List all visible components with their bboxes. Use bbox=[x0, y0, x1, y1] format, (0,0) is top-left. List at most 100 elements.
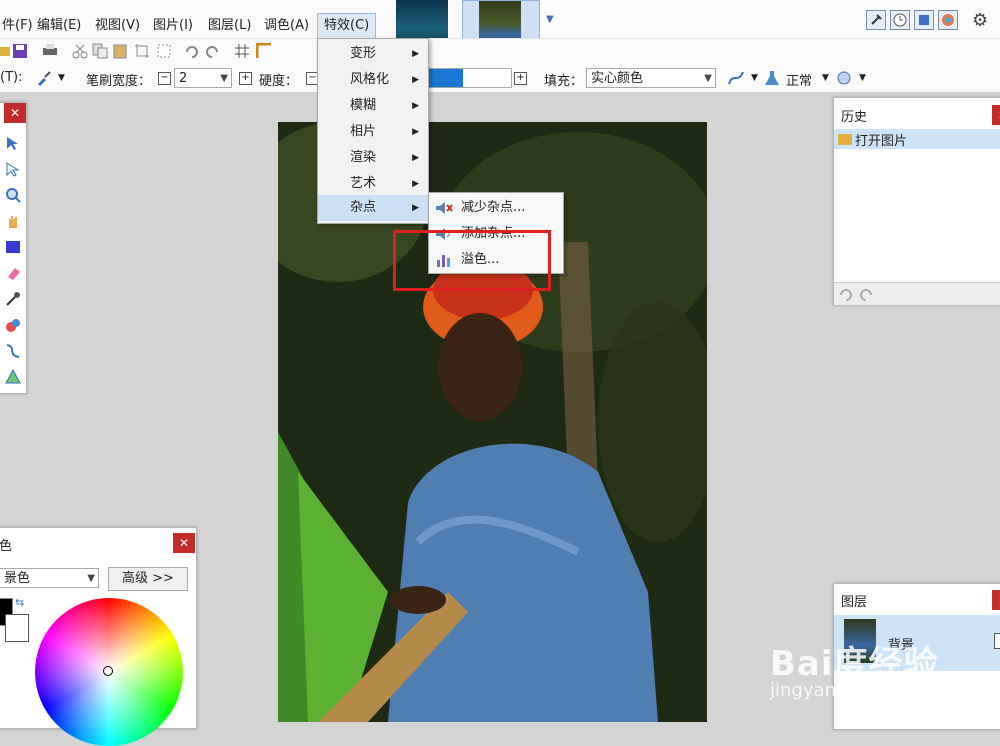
history-controls bbox=[834, 282, 1000, 305]
history-panel-title: 历史 bbox=[841, 110, 868, 125]
secondary-color-swatch[interactable] bbox=[5, 614, 29, 642]
color-wheel-cursor[interactable] bbox=[103, 666, 113, 676]
reduce-noise-icon bbox=[436, 202, 453, 214]
deselect-icon[interactable] bbox=[156, 43, 172, 59]
redo-icon[interactable] bbox=[204, 43, 220, 59]
effects-menu-noise[interactable]: 杂点 ▶ bbox=[318, 195, 428, 221]
tool-options-bar: (T): ▼ 笔刷宽度： − 2 ▼ + 硬度： − + 填充： 实心颜色 ▼ … bbox=[0, 64, 1000, 93]
cut-icon[interactable] bbox=[72, 43, 88, 59]
main-toolbar bbox=[0, 38, 1000, 65]
history-window-toggle-icon[interactable] bbox=[890, 10, 910, 30]
antialiasing-icon[interactable] bbox=[728, 70, 744, 86]
history-item-label: 打开图片 bbox=[855, 134, 908, 149]
zoom-icon[interactable] bbox=[5, 187, 21, 203]
grid-icon[interactable] bbox=[234, 43, 250, 59]
colors-window-toggle-icon[interactable] bbox=[938, 10, 958, 30]
brush-width-decrease-button[interactable]: − bbox=[158, 72, 171, 85]
hardness-label: 硬度： bbox=[259, 74, 299, 89]
selection-mode-dropdown-icon[interactable]: ▼ bbox=[859, 73, 866, 83]
shapes-icon[interactable] bbox=[5, 369, 21, 385]
undo-icon[interactable] bbox=[184, 43, 200, 59]
colors-panel-close-icon[interactable]: ✕ bbox=[173, 533, 195, 553]
tools-panel-close-icon[interactable]: ✕ bbox=[4, 103, 26, 123]
save-icon[interactable] bbox=[12, 43, 28, 59]
effects-menu-distort[interactable]: 变形 ▶ bbox=[318, 41, 428, 67]
move-selected-icon[interactable] bbox=[5, 135, 21, 151]
effects-menu-stylize[interactable]: 风格化 ▶ bbox=[318, 67, 428, 93]
pan-hand-icon[interactable] bbox=[5, 213, 21, 229]
tool-label: (T): bbox=[0, 70, 23, 85]
hardness-slider[interactable] bbox=[428, 68, 512, 88]
submenu-arrow-icon: ▶ bbox=[412, 203, 419, 213]
layers-panel-title: 图层 bbox=[841, 595, 868, 610]
layer-visibility-checkbox[interactable] bbox=[994, 633, 1000, 649]
menu-image[interactable]: 图片(I) bbox=[153, 16, 193, 36]
history-undo-icon[interactable] bbox=[838, 286, 854, 302]
watermark-url: jingyan.baidu.com bbox=[770, 680, 937, 701]
history-panel-close-icon[interactable]: ✕ bbox=[992, 105, 1000, 125]
brush-icon[interactable] bbox=[36, 70, 52, 86]
print-icon[interactable] bbox=[42, 43, 58, 59]
blend-mode-icon[interactable] bbox=[764, 70, 780, 86]
thumbnail-dropdown-icon[interactable]: ▼ bbox=[546, 14, 554, 25]
submenu-arrow-icon: ▶ bbox=[412, 179, 419, 189]
color-picker-icon[interactable] bbox=[5, 291, 21, 307]
colors-panel: 色 ✕ 景色 ▼ 高级 >> ⇆ bbox=[0, 527, 197, 746]
effects-menu: 变形 ▶ 风格化 ▶ 模糊 ▶ 相片 ▶ 渲染 ▶ 艺术 ▶ 杂点 ▶ bbox=[317, 38, 429, 224]
menu-adjustments[interactable]: 调色(A) bbox=[264, 16, 309, 36]
ruler-icon[interactable] bbox=[256, 43, 272, 59]
menu-layers[interactable]: 图层(L) bbox=[208, 16, 251, 36]
crop-icon[interactable] bbox=[134, 43, 150, 59]
brush-width-combo[interactable]: 2 ▼ bbox=[174, 68, 232, 88]
line-curve-icon[interactable] bbox=[5, 343, 21, 359]
settings-gear-icon[interactable]: ⚙ bbox=[972, 10, 988, 31]
noise-reduce-item[interactable]: 减少杂点... bbox=[429, 195, 563, 221]
color-target-value: 景色 bbox=[4, 571, 31, 586]
clone-stamp-icon[interactable] bbox=[5, 317, 21, 333]
move-selection-icon[interactable] bbox=[5, 161, 21, 177]
fill-label: 填充： bbox=[544, 74, 584, 89]
brush-dropdown-icon[interactable]: ▼ bbox=[58, 73, 65, 83]
copy-icon[interactable] bbox=[92, 43, 108, 59]
history-redo-icon[interactable] bbox=[858, 286, 874, 302]
blend-mode-value[interactable]: 正常 bbox=[786, 70, 812, 89]
history-panel: 历史 ✕ 打开图片 bbox=[833, 97, 1000, 305]
chevron-down-icon: ▼ bbox=[220, 73, 228, 84]
effects-menu-artistic[interactable]: 艺术 ▶ bbox=[318, 171, 428, 197]
submenu-arrow-icon: ▶ bbox=[412, 153, 419, 163]
submenu-arrow-icon: ▶ bbox=[412, 75, 419, 85]
chevron-down-icon: ▼ bbox=[87, 573, 95, 584]
fill-mode-combo[interactable]: 实心颜色 ▼ bbox=[586, 68, 716, 88]
watermark-logo: Bai度经验 bbox=[770, 644, 939, 684]
chevron-down-icon: ▼ bbox=[704, 73, 712, 84]
menu-view[interactable]: 视图(V) bbox=[95, 16, 140, 36]
layers-panel-close-icon[interactable]: ✕ bbox=[992, 590, 1000, 610]
annotation-highlight-box bbox=[393, 230, 551, 291]
layers-window-toggle-icon[interactable] bbox=[914, 10, 934, 30]
effects-menu-photo[interactable]: 相片 ▶ bbox=[318, 119, 428, 145]
color-wheel[interactable] bbox=[35, 598, 183, 746]
tools-window-toggle-icon[interactable] bbox=[866, 10, 886, 30]
eraser-icon[interactable] bbox=[5, 265, 21, 281]
hardness-slider-fill bbox=[429, 69, 463, 87]
antialiasing-dropdown-icon[interactable]: ▼ bbox=[751, 73, 758, 83]
hardness-increase-button[interactable]: + bbox=[514, 72, 527, 85]
effects-menu-blur[interactable]: 模糊 ▶ bbox=[318, 93, 428, 119]
advanced-button[interactable]: 高级 >> bbox=[108, 567, 188, 591]
color-target-combo[interactable]: 景色 ▼ bbox=[0, 568, 99, 588]
menu-edit[interactable]: 编辑(E) bbox=[37, 16, 81, 36]
colors-panel-title: 色 bbox=[0, 539, 13, 554]
swap-colors-icon[interactable]: ⇆ bbox=[15, 596, 24, 609]
submenu-arrow-icon: ▶ bbox=[412, 49, 419, 59]
history-item[interactable]: 打开图片 bbox=[834, 129, 1000, 149]
menu-effects[interactable]: 特效(C) bbox=[317, 13, 377, 39]
effects-menu-render[interactable]: 渲染 ▶ bbox=[318, 145, 428, 171]
selection-mode-icon[interactable] bbox=[836, 70, 852, 86]
brush-width-increase-button[interactable]: + bbox=[239, 72, 252, 85]
paste-icon[interactable] bbox=[112, 43, 128, 59]
brush-width-label: 笔刷宽度： bbox=[86, 74, 152, 89]
rectangle-select-icon[interactable] bbox=[5, 239, 21, 255]
submenu-arrow-icon: ▶ bbox=[412, 127, 419, 137]
blend-mode-dropdown-icon[interactable]: ▼ bbox=[822, 73, 829, 83]
menu-file[interactable]: 件(F) bbox=[2, 16, 33, 36]
